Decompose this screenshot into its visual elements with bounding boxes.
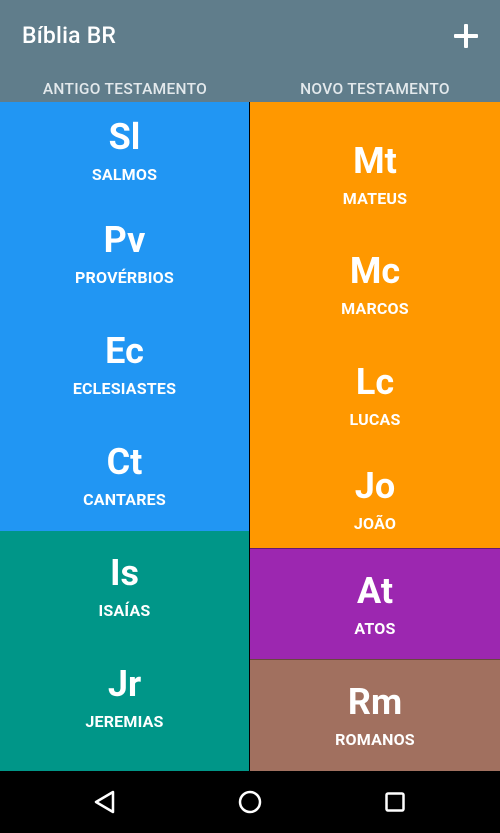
plus-icon[interactable] (452, 22, 480, 50)
book-abbreviation: Rm (347, 681, 403, 723)
home-circle-icon[interactable] (235, 787, 265, 817)
book-tile-jeremias[interactable]: Jr JEREMIAS (0, 642, 249, 771)
book-name: ROMANOS (335, 730, 415, 749)
book-name: JOÃO (353, 514, 397, 533)
app-title: Bíblia BR (22, 22, 117, 49)
book-name: SALMOS (91, 164, 158, 184)
book-name: LUCAS (349, 410, 401, 429)
book-tile-salmos[interactable]: Sl SALMOS (0, 102, 249, 198)
app-toolbar: Bíblia BR (0, 0, 500, 76)
book-tile-romanos[interactable]: Rm ROMANOS (250, 659, 500, 771)
book-tile-lucas[interactable]: Lc LUCAS (250, 340, 500, 451)
new-testament-column: Mt MATEUS Mc MARCOS Lc LUCAS Jo JOÃO At … (250, 102, 500, 771)
book-tile-eclesiastes[interactable]: Ec ECLESIASTES (0, 309, 249, 420)
tab-new-testament[interactable]: NOVO TESTAMENTO (250, 76, 500, 102)
book-abbreviation: Lc (355, 361, 395, 403)
app-root: Bíblia BR ANTIGO TESTAMENTO NOVO TESTAME… (0, 0, 500, 833)
back-triangle-icon[interactable] (90, 787, 120, 817)
book-abbreviation: Mt (353, 140, 397, 182)
book-name: JEREMIAS (85, 712, 164, 731)
book-name: ISAÍAS (98, 601, 151, 620)
book-tile-cantares[interactable]: Ct CANTARES (0, 420, 249, 531)
book-name: ECLESIASTES (72, 379, 177, 398)
system-navigation-bar (0, 771, 500, 833)
book-abbreviation: Jr (107, 663, 142, 705)
book-name: CANTARES (83, 490, 166, 509)
book-abbreviation: Is (109, 552, 140, 594)
book-abbreviation: Sl (108, 115, 141, 158)
book-tile-joao[interactable]: Jo JOÃO (250, 451, 500, 548)
tab-old-testament[interactable]: ANTIGO TESTAMENTO (0, 76, 250, 102)
book-columns: Sl SALMOS Pv PROVÉRBIOS Ec ECLESIASTES C… (0, 102, 500, 771)
book-abbreviation: Pv (103, 219, 146, 261)
old-testament-column: Sl SALMOS Pv PROVÉRBIOS Ec ECLESIASTES C… (0, 102, 249, 771)
recents-square-icon[interactable] (380, 787, 410, 817)
book-abbreviation: Ct (106, 441, 143, 483)
book-name: MARCOS (341, 299, 409, 318)
book-name: MATEUS (342, 189, 408, 208)
book-tile-atos[interactable]: At ATOS (250, 548, 500, 659)
testament-tabs: ANTIGO TESTAMENTO NOVO TESTAMENTO (0, 76, 500, 102)
book-tile-mateus[interactable]: Mt MATEUS (250, 102, 500, 229)
book-abbreviation: Jo (354, 465, 396, 507)
book-abbreviation: Ec (105, 330, 144, 372)
book-abbreviation: Mc (349, 250, 401, 292)
book-abbreviation: At (356, 569, 394, 612)
book-tile-proverbios[interactable]: Pv PROVÉRBIOS (0, 198, 249, 309)
book-name: PROVÉRBIOS (75, 268, 174, 287)
book-name: ATOS (354, 618, 396, 638)
book-tile-isaias[interactable]: Is ISAÍAS (0, 531, 249, 642)
book-tile-marcos[interactable]: Mc MARCOS (250, 229, 500, 340)
